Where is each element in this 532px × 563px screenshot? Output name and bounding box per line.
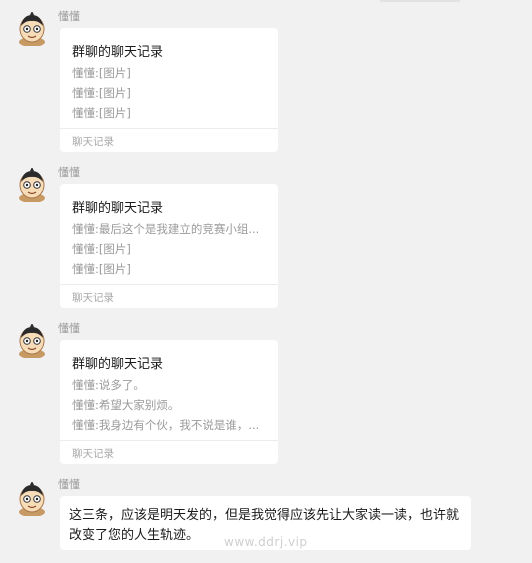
chat-history-card[interactable]: 群聊的聊天记录 懂懂:说多了。 懂懂:希望大家别烦。 懂懂:我身边有个伙，我不说…: [60, 340, 278, 464]
chat-history-card[interactable]: 群聊的聊天记录 懂懂:最后这个是我建立的竞赛小组... 懂懂:[图片] 懂懂:[…: [60, 184, 278, 308]
card-line: 懂懂:希望大家别烦。: [72, 398, 180, 412]
chat-message: 懂懂 群聊的聊天记录 懂懂:最后这个是我建立的竞赛小组... 懂懂:[图片] 懂…: [0, 156, 532, 316]
card-line: 懂懂:[图片]: [72, 242, 131, 256]
sender-name: 懂懂: [58, 10, 80, 23]
card-line: 懂懂:最后这个是我建立的竞赛小组...: [72, 222, 260, 236]
sender-name: 懂懂: [58, 166, 80, 179]
card-footer: 聊天记录: [60, 440, 278, 464]
cartoon-boy-avatar-icon[interactable]: [16, 482, 48, 516]
card-line: 懂懂:[图片]: [72, 262, 131, 276]
card-title: 群聊的聊天记录: [72, 45, 164, 60]
card-line: 懂懂:我身边有个伙，我不说是谁，...: [72, 418, 260, 432]
chat-message: 懂懂 群聊的聊天记录 懂懂:[图片] 懂懂:[图片] 懂懂:[图片] 聊天记录: [0, 0, 532, 160]
chat-message: 懂懂 群聊的聊天记录 懂懂:说多了。 懂懂:希望大家别烦。 懂懂:我身边有个伙，…: [0, 312, 532, 472]
card-footer-label: 聊天记录: [72, 448, 114, 460]
cartoon-boy-avatar-icon[interactable]: [16, 12, 48, 46]
card-footer-label: 聊天记录: [72, 136, 114, 148]
card-line: 懂懂:[图片]: [72, 86, 131, 100]
card-footer: 聊天记录: [60, 284, 278, 308]
card-footer-label: 聊天记录: [72, 292, 114, 304]
watermark: www.ddrj.vip: [224, 535, 308, 549]
cartoon-boy-avatar-icon[interactable]: [16, 324, 48, 358]
cartoon-boy-avatar-icon[interactable]: [16, 168, 48, 202]
sender-name: 懂懂: [58, 478, 80, 491]
sender-name: 懂懂: [58, 322, 80, 335]
card-line: 懂懂:说多了。: [72, 378, 145, 392]
card-line: 懂懂:[图片]: [72, 66, 131, 80]
card-title: 群聊的聊天记录: [72, 201, 164, 216]
card-line: 懂懂:[图片]: [72, 106, 131, 120]
card-footer: 聊天记录: [60, 128, 278, 152]
chat-history-card[interactable]: 群聊的聊天记录 懂懂:[图片] 懂懂:[图片] 懂懂:[图片] 聊天记录: [60, 28, 278, 152]
card-title: 群聊的聊天记录: [72, 357, 164, 372]
